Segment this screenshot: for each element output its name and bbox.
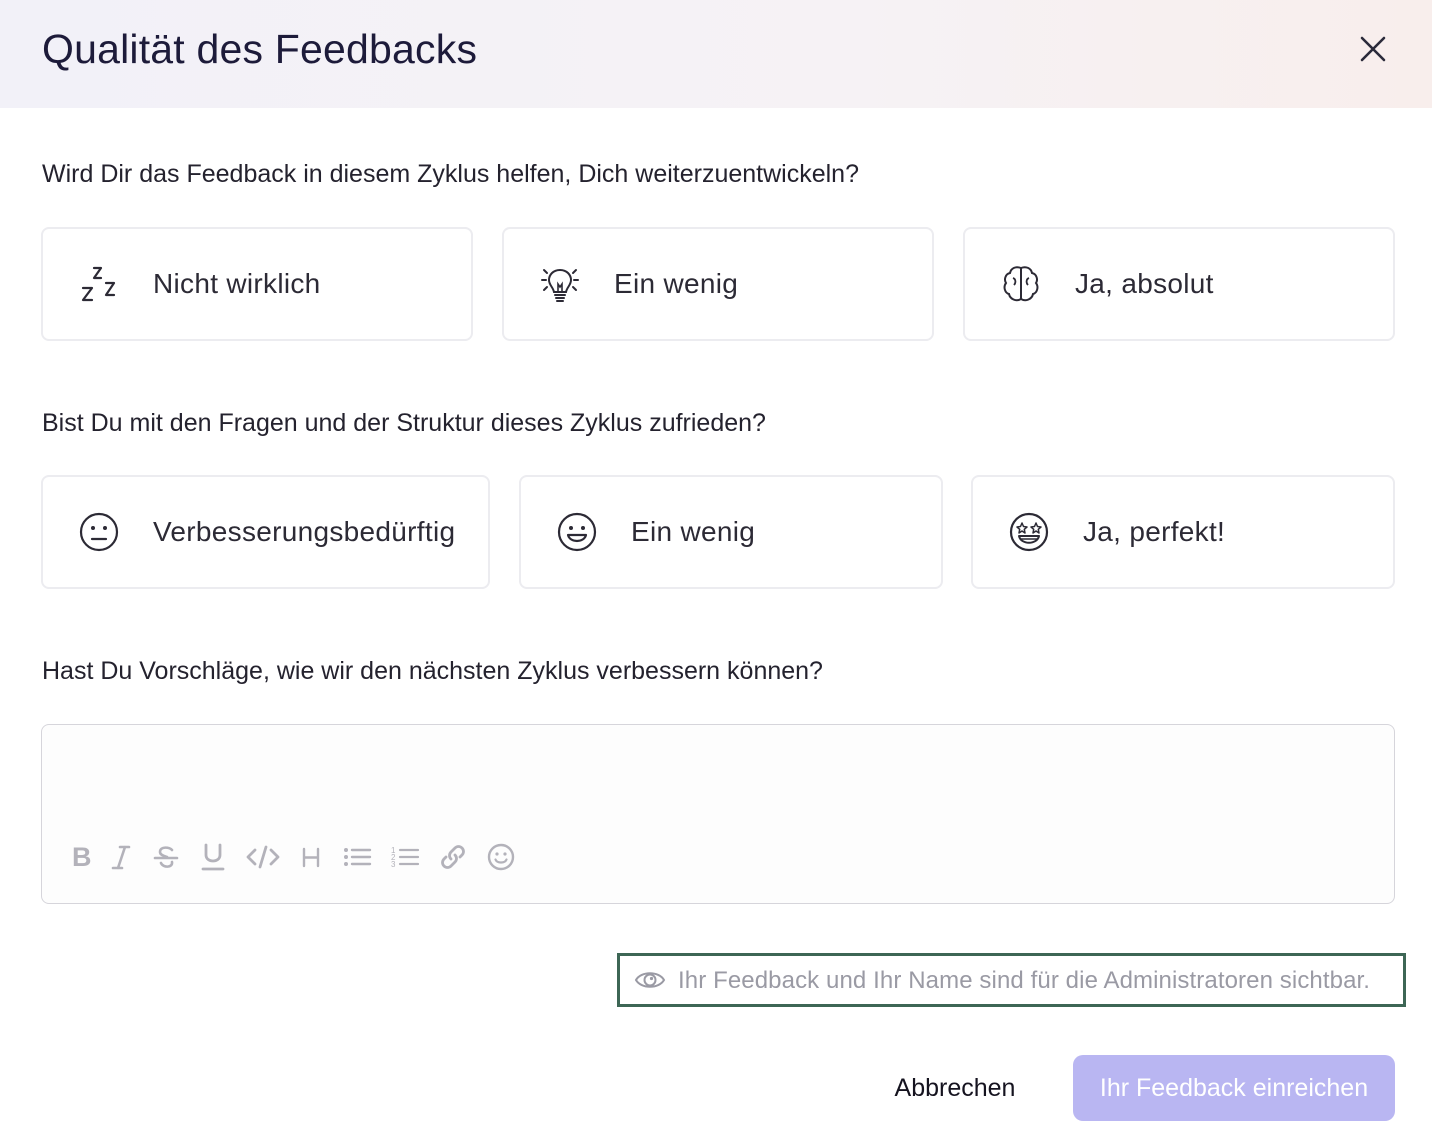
dialog-header: Qualität des Feedbacks <box>0 0 1432 108</box>
option-verbesserungsbeduerftig[interactable]: Verbesserungsbedürftig <box>41 475 490 589</box>
star-struck-face-icon <box>1009 512 1049 552</box>
option-label: Ja, perfekt! <box>1083 516 1226 547</box>
option-ein-wenig-1[interactable]: Ein wenig <box>502 227 934 341</box>
option-label: Nicht wirklich <box>153 268 321 299</box>
bold-button[interactable]: B <box>64 837 98 877</box>
svg-text:B: B <box>72 843 92 871</box>
eye-icon <box>634 972 666 988</box>
option-ja-perfekt[interactable]: Ja, perfekt! <box>971 475 1395 589</box>
underline-icon[interactable] <box>199 842 227 872</box>
italic-button[interactable] <box>104 837 138 877</box>
option-label: Verbesserungsbedürftig <box>153 516 456 547</box>
option-nicht-wirklich[interactable]: Nicht wirklich <box>41 227 473 341</box>
bullet-list-icon[interactable] <box>342 843 372 871</box>
link-icon[interactable] <box>438 842 468 872</box>
close-icon[interactable] <box>1359 35 1387 63</box>
heading-button[interactable] <box>294 837 328 877</box>
sleep-zzz-icon <box>81 266 116 302</box>
italic-icon[interactable] <box>109 843 133 871</box>
neutral-face-icon <box>79 512 119 552</box>
visibility-notice-text: Ihr Feedback und Ihr Name sind für die A… <box>678 967 1371 994</box>
option-label: Ein wenig <box>631 516 756 547</box>
option-label: Ja, absolut <box>1075 268 1214 299</box>
dialog-title: Qualität des Feedbacks <box>42 26 478 72</box>
heading-icon[interactable] <box>299 843 323 871</box>
svg-text:3: 3 <box>391 860 396 869</box>
question-satisfaction: Bist Du mit den Fragen und der Struktur … <box>42 409 766 437</box>
code-button[interactable] <box>243 837 283 877</box>
strikethrough-button[interactable] <box>149 837 183 877</box>
suggestions-editor[interactable]: B 123 <box>41 724 1395 904</box>
numbered-list-button[interactable]: 123 <box>388 837 422 877</box>
cancel-button[interactable]: Abbrechen <box>880 1060 1030 1116</box>
submit-feedback-button[interactable]: Ihr Feedback einreichen <box>1073 1055 1395 1121</box>
smiling-face-icon <box>557 512 597 552</box>
emoji-button[interactable] <box>484 837 518 877</box>
strikethrough-icon[interactable] <box>152 843 180 871</box>
link-button[interactable] <box>436 837 470 877</box>
underline-button[interactable] <box>196 837 230 877</box>
suggestions-textarea[interactable] <box>58 739 1378 839</box>
numbered-list-icon[interactable]: 123 <box>390 843 420 871</box>
option-ja-absolut[interactable]: Ja, absolut <box>963 227 1395 341</box>
lightbulb-icon <box>541 268 579 302</box>
option-label: Ein wenig <box>614 268 739 299</box>
code-icon[interactable] <box>245 843 281 871</box>
question-suggestions: Hast Du Vorschläge, wie wir den nächsten… <box>42 657 823 685</box>
brain-icon <box>1003 266 1039 302</box>
option-ein-wenig-2[interactable]: Ein wenig <box>519 475 943 589</box>
bold-icon[interactable]: B <box>69 843 93 871</box>
bullet-list-button[interactable] <box>340 837 374 877</box>
question-development: Wird Dir das Feedback in diesem Zyklus h… <box>42 160 859 188</box>
emoji-icon[interactable] <box>486 842 516 872</box>
close-button[interactable] <box>1352 28 1394 70</box>
visibility-notice: Ihr Feedback und Ihr Name sind für die A… <box>617 953 1406 1007</box>
